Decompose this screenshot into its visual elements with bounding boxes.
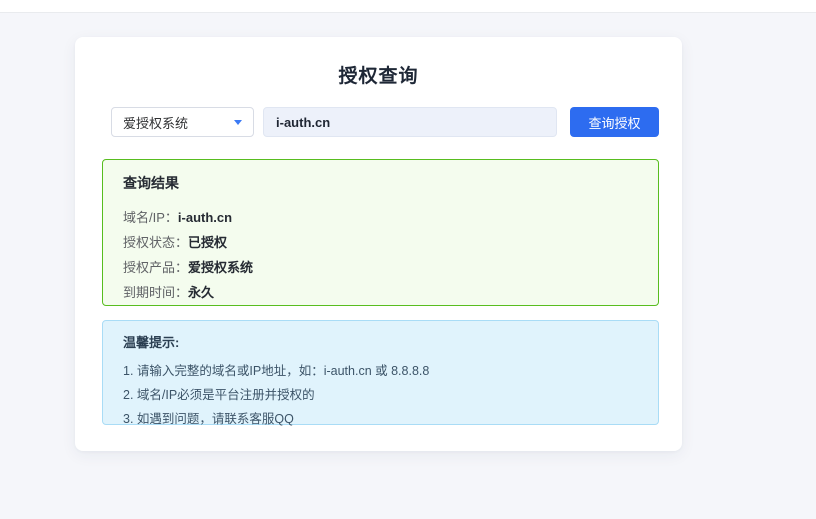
result-label: 到期时间： [123,285,188,300]
result-label: 域名/IP： [123,210,178,225]
page-title: 授权查询 [75,37,682,88]
query-auth-button[interactable]: 查询授权 [570,107,659,137]
top-bar [0,0,816,13]
result-row-expiry: 到期时间：永久 [123,280,638,305]
tip-item-2: 2. 域名/IP必须是平台注册并授权的 [123,383,638,407]
domain-input[interactable] [263,107,557,137]
result-row-domain: 域名/IP：i-auth.cn [123,205,638,230]
result-value: 永久 [188,285,214,300]
tips-box: 温馨提示: 1. 请输入完整的域名或IP地址，如：i-auth.cn 或 8.8… [102,320,659,425]
result-value: i-auth.cn [178,210,232,225]
chevron-down-icon [234,120,242,125]
query-form: 爱授权系统 查询授权 [111,107,659,137]
result-label: 授权产品： [123,260,188,275]
tip-item-3: 3. 如遇到问题，请联系客服QQ [123,407,638,431]
result-label: 授权状态： [123,235,188,250]
tips-title: 温馨提示: [123,332,638,351]
result-row-status: 授权状态：已授权 [123,230,638,255]
product-select-value: 爱授权系统 [123,113,188,132]
result-row-product: 授权产品：爱授权系统 [123,255,638,280]
result-value: 已授权 [188,235,227,250]
result-title: 查询结果 [123,173,638,193]
product-select[interactable]: 爱授权系统 [111,107,254,137]
tip-item-1: 1. 请输入完整的域名或IP地址，如：i-auth.cn 或 8.8.8.8 [123,359,638,383]
result-value: 爱授权系统 [188,260,253,275]
query-result-box: 查询结果 域名/IP：i-auth.cn 授权状态：已授权 授权产品：爱授权系统… [102,159,659,306]
auth-query-card: 授权查询 爱授权系统 查询授权 查询结果 域名/IP：i-auth.cn 授权状… [75,37,682,451]
